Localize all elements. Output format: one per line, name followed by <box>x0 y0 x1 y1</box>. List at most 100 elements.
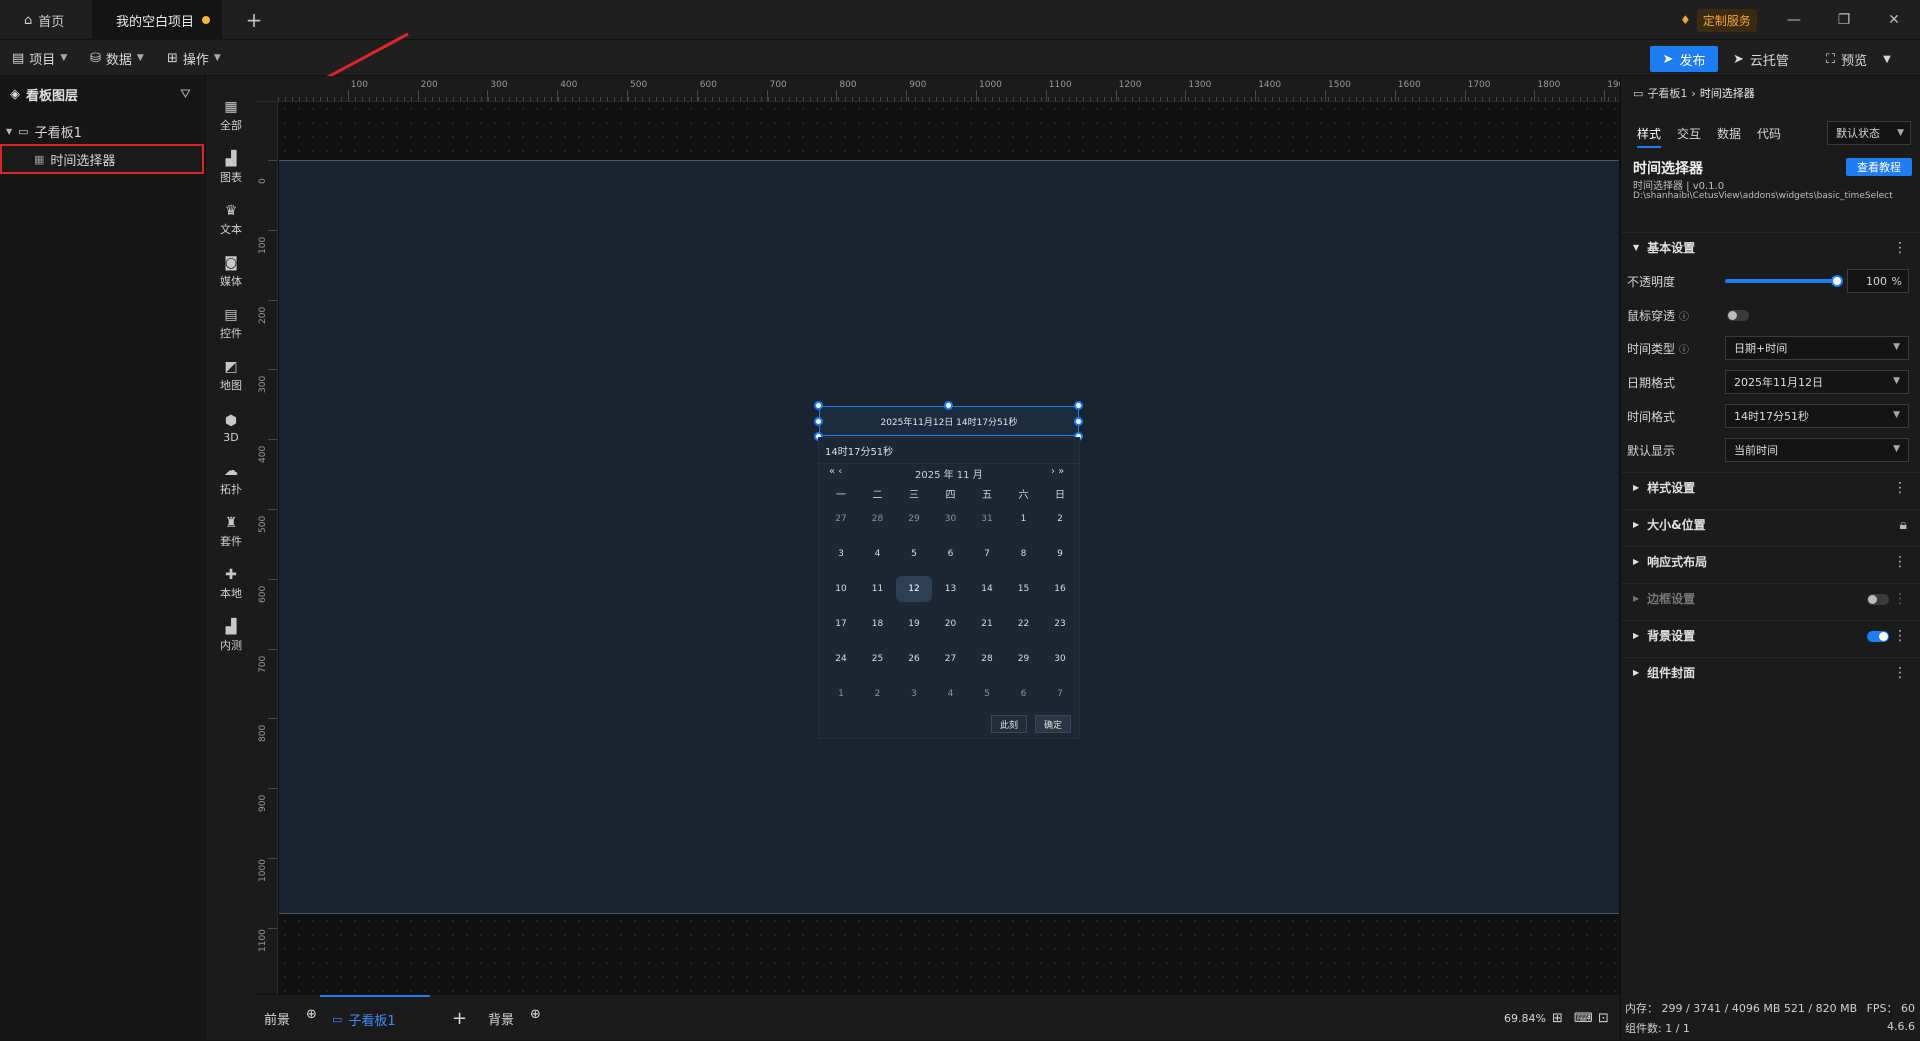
tool-3d[interactable]: ⬢ 3D <box>206 404 256 452</box>
calendar-day[interactable]: 29 <box>896 506 932 532</box>
breadcrumb-parent[interactable]: 子看板1 <box>1647 85 1687 101</box>
calendar-day[interactable]: 4 <box>860 541 896 567</box>
tool-all[interactable]: ▦ 全部 <box>206 92 256 140</box>
add-circle-icon[interactable]: ⊕ <box>306 1007 317 1022</box>
tool-topology[interactable]: ☁ 拓扑 <box>206 456 256 504</box>
tab-subboard[interactable]: ▭ 子看板1 <box>320 995 430 1041</box>
section-responsive[interactable]: ▶ 响应式布局 ⋮ <box>1621 546 1920 576</box>
resize-handle[interactable] <box>1074 417 1083 426</box>
calendar-day[interactable]: 6 <box>933 541 969 567</box>
filter-icon[interactable]: ⛛ <box>180 87 191 102</box>
calendar-day[interactable]: 28 <box>860 506 896 532</box>
opacity-slider[interactable] <box>1725 275 1843 287</box>
dropdown-time-display[interactable]: 14时17分51秒 <box>819 438 1079 464</box>
terminal-icon[interactable]: ⊡ <box>1598 1005 1609 1031</box>
more-vertical-icon[interactable]: ⋮ <box>1893 554 1907 570</box>
calendar-day[interactable]: 22 <box>1006 611 1042 637</box>
more-vertical-icon[interactable]: ⋮ <box>1893 628 1907 644</box>
calendar-day[interactable]: 7 <box>969 541 1005 567</box>
add-board-button[interactable]: + <box>452 1005 467 1031</box>
calendar-day[interactable]: 28 <box>969 646 1005 672</box>
time-type-select[interactable]: 日期+时间 ▼ <box>1725 336 1909 360</box>
calendar-day[interactable]: 16 <box>1042 576 1078 602</box>
calendar-day[interactable]: 24 <box>823 646 859 672</box>
tree-item-time-picker[interactable]: ▦ 时间选择器 <box>0 144 204 174</box>
now-button[interactable]: 此刻 <box>991 715 1028 733</box>
calendar-day[interactable]: 10 <box>823 576 859 602</box>
section-style[interactable]: ▶ 样式设置 ⋮ <box>1621 472 1920 502</box>
calendar-day[interactable]: 8 <box>1006 541 1042 567</box>
more-vertical-icon[interactable]: ⋮ <box>1893 240 1907 256</box>
cloud-hosting-button[interactable]: ➤ 云托管 <box>1733 46 1789 72</box>
calendar-day[interactable]: 6 <box>1006 681 1042 707</box>
calendar-day[interactable]: 5 <box>969 681 1005 707</box>
section-cover[interactable]: ▶ 组件封面 ⋮ <box>1621 657 1920 687</box>
ok-button[interactable]: 确定 <box>1035 715 1072 733</box>
tab-home[interactable]: ⌂ 首页 <box>0 0 92 40</box>
calendar-day[interactable]: 29 <box>1006 646 1042 672</box>
border-toggle[interactable] <box>1867 594 1889 605</box>
calendar-day[interactable]: 20 <box>933 611 969 637</box>
resize-handle[interactable] <box>944 401 953 410</box>
calendar-day[interactable]: 5 <box>896 541 932 567</box>
zoom-level[interactable]: 69.84% <box>1504 1005 1546 1031</box>
section-border[interactable]: ▶ 边框设置 ⋮ <box>1621 583 1920 613</box>
date-format-select[interactable]: 2025年11月12日 ▼ <box>1725 370 1909 394</box>
section-background[interactable]: ▶ 背景设置 ⋮ <box>1621 620 1920 650</box>
opacity-input[interactable]: 100 % <box>1847 269 1909 293</box>
close-button[interactable]: ✕ <box>1882 8 1906 32</box>
tool-map[interactable]: ◩ 地图 <box>206 352 256 400</box>
calendar-day[interactable]: 3 <box>896 681 932 707</box>
tab-interaction[interactable]: 交互 <box>1677 125 1701 142</box>
tool-kit[interactable]: ♜ 套件 <box>206 508 256 556</box>
tool-text[interactable]: ♛ 文本 <box>206 196 256 244</box>
menu-data[interactable]: ⛁ 数据 ▼ <box>90 46 144 70</box>
calendar-day[interactable]: 21 <box>969 611 1005 637</box>
section-basic[interactable]: ▼ 基本设置 ⋮ <box>1621 232 1920 262</box>
calendar-day[interactable]: 26 <box>896 646 932 672</box>
restore-button[interactable]: ❐ <box>1832 8 1856 32</box>
resize-handle[interactable] <box>814 417 823 426</box>
more-vertical-icon[interactable]: ⋮ <box>1893 591 1907 607</box>
tool-control[interactable]: ▤ 控件 <box>206 300 256 348</box>
mouse-through-toggle[interactable] <box>1727 310 1749 321</box>
calendar-day[interactable]: 4 <box>933 681 969 707</box>
calendar-day[interactable]: 14 <box>969 576 1005 602</box>
publish-button[interactable]: ➤ 发布 <box>1650 46 1718 72</box>
tab-foreground[interactable]: 前景 ⊕ <box>264 1005 317 1031</box>
tutorial-button[interactable]: 查看教程 <box>1846 158 1912 176</box>
fit-screen-icon[interactable]: ⊞ <box>1552 1005 1563 1031</box>
calendar-day[interactable]: 30 <box>933 506 969 532</box>
next-year-month-icon[interactable]: › » <box>1051 466 1064 477</box>
calendar-day[interactable]: 17 <box>823 611 859 637</box>
opacity-slider-handle[interactable] <box>1831 275 1843 287</box>
tool-media[interactable]: ◙ 媒体 <box>206 248 256 296</box>
calendar-day[interactable]: 2 <box>1042 506 1078 532</box>
calendar-day[interactable]: 30 <box>1042 646 1078 672</box>
calendar-day[interactable]: 9 <box>1042 541 1078 567</box>
calendar-day[interactable]: 27 <box>933 646 969 672</box>
tool-local[interactable]: ✚ 本地 <box>206 560 256 608</box>
menu-project[interactable]: ▤ 项目 ▼ <box>12 46 67 70</box>
calendar-day-selected[interactable]: 12 <box>896 576 932 602</box>
state-select[interactable]: 默认状态 ▼ <box>1827 121 1911 145</box>
tab-background[interactable]: 背景 ⊕ <box>488 1005 541 1031</box>
calendar-day[interactable]: 1 <box>1006 506 1042 532</box>
calendar-day[interactable]: 13 <box>933 576 969 602</box>
lock-icon[interactable]: 🔒︎ <box>1900 517 1907 533</box>
tab-code[interactable]: 代码 <box>1757 125 1781 142</box>
tool-beta[interactable]: ▟ 内测 <box>206 612 256 660</box>
calendar-day[interactable]: 1 <box>823 681 859 707</box>
tree-item-subboard[interactable]: ▼ ▭ 子看板1 <box>6 118 202 144</box>
keyboard-icon[interactable]: ⌨ <box>1574 1005 1593 1031</box>
calendar-day[interactable]: 31 <box>969 506 1005 532</box>
calendar-day[interactable]: 3 <box>823 541 859 567</box>
more-vertical-icon[interactable]: ⋮ <box>1893 665 1907 681</box>
tool-chart[interactable]: ▟ 图表 <box>206 144 256 192</box>
time-picker-widget[interactable]: 2025年11月12日 14时17分51秒 <box>819 406 1079 436</box>
preview-button[interactable]: ⛶ 预览 ▼ <box>1826 46 1891 72</box>
time-format-select[interactable]: 14时17分51秒 ▼ <box>1725 404 1909 428</box>
calendar-day[interactable]: 19 <box>896 611 932 637</box>
calendar-day[interactable]: 15 <box>1006 576 1042 602</box>
calendar-day[interactable]: 27 <box>823 506 859 532</box>
